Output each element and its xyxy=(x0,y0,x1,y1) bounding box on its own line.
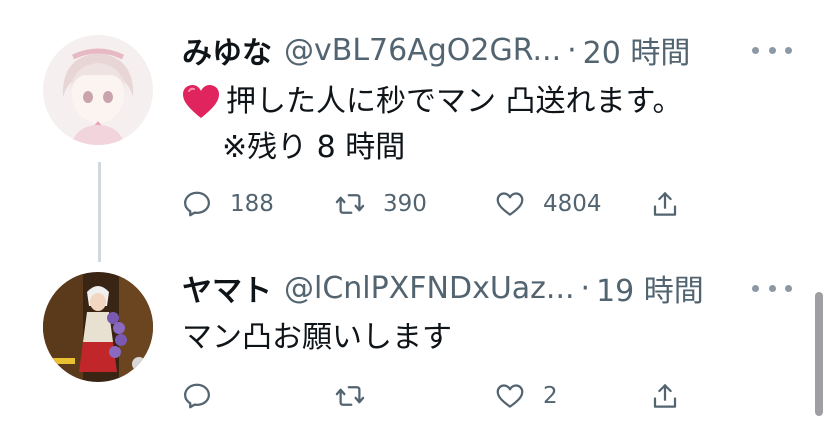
reply-icon xyxy=(184,383,210,409)
display-name[interactable]: ヤマト xyxy=(182,266,272,310)
avatar[interactable] xyxy=(43,35,153,145)
timestamp[interactable]: 19 時間 xyxy=(596,266,704,310)
reply-count: 188 xyxy=(230,191,274,217)
share-icon xyxy=(653,192,677,216)
tweet[interactable]: みゆな @vBL76AgO2GR... · 20 時間 押した人に秒でマン 凸送… xyxy=(0,0,827,262)
retweet-count: 390 xyxy=(383,191,427,217)
tweet-actions: 188 390 4804 xyxy=(0,184,827,224)
scrollbar[interactable] xyxy=(815,292,823,416)
timestamp[interactable]: 20 時間 xyxy=(583,28,691,72)
tweet-text-line: ※残り 8 時間 xyxy=(222,130,406,165)
like-button[interactable]: 4804 xyxy=(495,184,602,224)
like-button[interactable]: 2 xyxy=(495,376,558,416)
separator: · xyxy=(567,32,577,68)
retweet-icon xyxy=(335,194,365,214)
tweet-text: マン凸お願いします xyxy=(182,320,452,355)
avatar[interactable] xyxy=(43,272,153,382)
tweet-text-line: 押した人に秒でマン 凸送れます。 xyxy=(226,84,683,119)
reply-button[interactable]: 188 xyxy=(182,184,274,224)
red-heart-emoji-icon xyxy=(183,85,219,118)
like-count: 4804 xyxy=(543,191,602,217)
reply-button[interactable] xyxy=(182,376,230,416)
like-count: 2 xyxy=(543,383,558,409)
tweet-text: 押した人に秒でマン 凸送れます。 xyxy=(182,82,683,122)
reply-icon xyxy=(184,191,210,217)
separator: · xyxy=(580,270,591,306)
share-button[interactable] xyxy=(650,184,680,224)
handle[interactable]: @vBL76AgO2GR... xyxy=(284,33,561,68)
display-name[interactable]: みゆな xyxy=(182,28,272,72)
more-options-icon[interactable] xyxy=(752,40,792,60)
handle[interactable]: @lCnlPXFNDxUaz... xyxy=(284,271,575,306)
heart-icon xyxy=(496,384,524,408)
retweet-button[interactable]: 390 xyxy=(335,184,427,224)
retweet-icon xyxy=(335,386,365,406)
share-button[interactable] xyxy=(650,376,680,416)
tweet-actions: 2 xyxy=(0,376,827,416)
tweet-header: みゆな @vBL76AgO2GR... · 20 時間 xyxy=(182,28,691,72)
share-icon xyxy=(653,384,677,408)
tweet[interactable]: ヤマト @lCnlPXFNDxUaz... · 19 時間 マン凸お願いします xyxy=(0,250,827,446)
tweet-header: ヤマト @lCnlPXFNDxUaz... · 19 時間 xyxy=(182,266,704,310)
more-options-icon[interactable] xyxy=(752,278,792,298)
retweet-button[interactable] xyxy=(335,376,383,416)
heart-icon xyxy=(496,192,524,216)
